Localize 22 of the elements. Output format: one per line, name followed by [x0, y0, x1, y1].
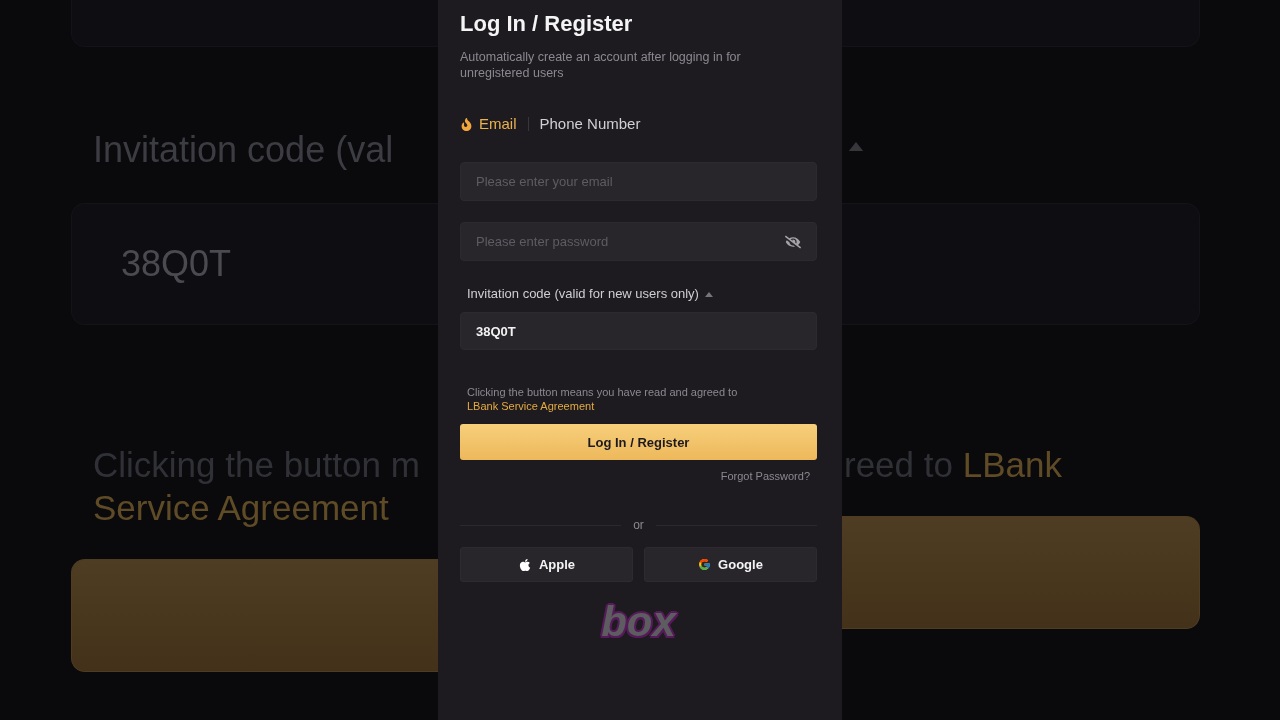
page-title: Log In / Register — [460, 10, 634, 38]
caret-up-icon[interactable] — [704, 291, 713, 297]
login-method-tab[interactable]: Email — [460, 114, 517, 134]
login-register-button[interactable]: Log In / Register — [460, 424, 817, 460]
apple-logo-icon — [517, 557, 532, 572]
backdrop-invitation-value: 38Q0T — [121, 244, 232, 284]
page-subtitle: Automatically create an account after logging in for unregistered users — [460, 49, 742, 81]
caption-text: box — [601, 600, 676, 644]
backdrop-caret-up-icon — [848, 142, 864, 151]
service-agreement-link[interactable]: LBank Service Agreement — [467, 399, 595, 412]
or-label: or — [633, 517, 644, 533]
invitation-code-label: Invitation code (valid for new users only) — [467, 286, 699, 302]
agreement-text: Clicking the button means you have read and agreed to LBank Service Agreement — [466, 386, 739, 413]
backdrop-highlighted-text: Service Agreement — [93, 488, 389, 527]
login-method-tab[interactable]: Phone Number — [539, 114, 641, 134]
google-login-button[interactable]: Google — [644, 547, 817, 582]
backdrop-highlighted-text: LBank — [962, 445, 1062, 484]
google-logo-icon — [698, 558, 712, 571]
forgot-password-link[interactable]: Forgot Password? — [720, 469, 810, 483]
invitation-code-field[interactable]: 38Q0T — [460, 312, 817, 350]
eye-slash-icon[interactable] — [785, 233, 801, 250]
apple-login-button[interactable]: Apple — [460, 547, 633, 582]
